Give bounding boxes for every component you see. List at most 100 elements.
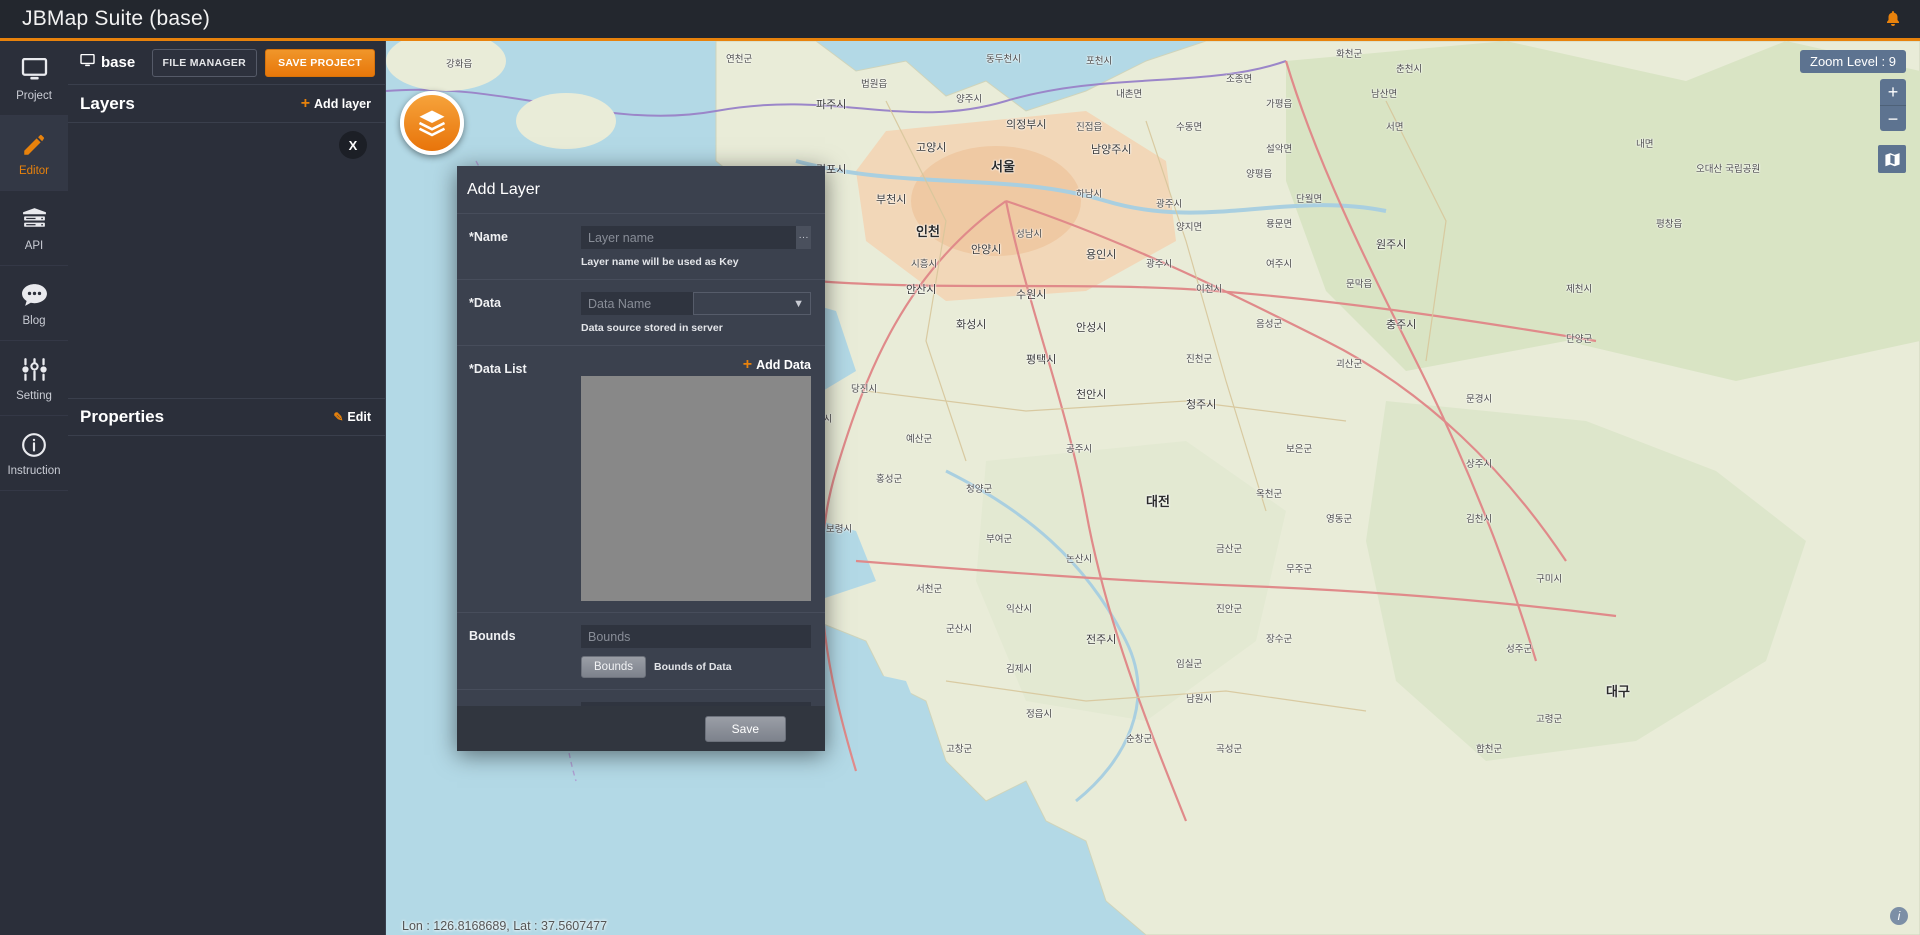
app-header: JBMap Suite (base) bbox=[0, 0, 1920, 41]
description-input[interactable] bbox=[581, 702, 811, 706]
map-label: 춘천시 bbox=[1396, 61, 1422, 75]
monitor-icon bbox=[21, 55, 48, 85]
map-label: 수동면 bbox=[1176, 119, 1202, 133]
map-label: 전주시 bbox=[1086, 631, 1116, 647]
layers-list[interactable] bbox=[68, 123, 385, 398]
map-label: 오대산 국립공원 bbox=[1696, 161, 1760, 175]
edit-properties-button[interactable]: ✎ Edit bbox=[333, 410, 371, 424]
map-label: 안양시 bbox=[971, 241, 1001, 257]
info-circle-icon bbox=[21, 430, 47, 460]
bounds-button[interactable]: Bounds bbox=[581, 656, 646, 678]
map-label: 화성시 bbox=[956, 316, 986, 332]
map-label: 동두천시 bbox=[986, 51, 1021, 65]
map-label: 남원시 bbox=[1186, 691, 1212, 705]
map-label: 김제시 bbox=[1006, 661, 1032, 675]
description-label: Description bbox=[469, 702, 581, 706]
map-label: 시흥시 bbox=[911, 256, 937, 270]
map-label: 광주시 bbox=[1146, 256, 1172, 270]
map-label: 예산군 bbox=[906, 431, 932, 445]
map-label: 강화읍 bbox=[446, 56, 472, 70]
map-label: 내면 bbox=[1636, 136, 1653, 150]
properties-section-header: Properties ✎ Edit bbox=[68, 398, 385, 436]
layers-section-header: Layers + Add layer bbox=[68, 85, 385, 123]
map-label: 음성군 bbox=[1256, 316, 1282, 330]
layer-name-input[interactable] bbox=[581, 226, 796, 249]
close-icon[interactable]: X bbox=[339, 131, 367, 159]
map-label: 홍성군 bbox=[876, 471, 902, 485]
bounds-label: Bounds bbox=[469, 625, 581, 643]
map-label: 단월면 bbox=[1296, 191, 1322, 205]
project-name-text: base bbox=[101, 54, 135, 71]
map-label: 합천군 bbox=[1476, 741, 1502, 755]
map-label: 영동군 bbox=[1326, 511, 1352, 525]
data-list-box[interactable] bbox=[581, 376, 811, 601]
map-label: 무주군 bbox=[1286, 561, 1312, 575]
map-label: 양지면 bbox=[1176, 219, 1202, 233]
sidebar-item-label: Setting bbox=[16, 390, 52, 402]
chat-icon bbox=[21, 280, 48, 310]
map-label: 군산시 bbox=[946, 621, 972, 635]
zoom-out-button[interactable]: − bbox=[1880, 105, 1906, 131]
map-label: 천안시 bbox=[1076, 386, 1106, 402]
map-label: 부여군 bbox=[986, 531, 1012, 545]
add-layer-button[interactable]: + Add layer bbox=[301, 97, 371, 111]
zoom-in-button[interactable]: + bbox=[1880, 79, 1906, 105]
bell-icon[interactable] bbox=[1884, 9, 1902, 34]
plus-icon: + bbox=[743, 359, 752, 371]
coordinate-readout: Lon : 126.8168689, Lat : 37.5607477 bbox=[402, 919, 607, 933]
data-name-input[interactable] bbox=[581, 292, 693, 315]
sliders-icon bbox=[21, 355, 48, 385]
name-label: *Name bbox=[469, 226, 581, 244]
map-label: 순창군 bbox=[1126, 731, 1152, 745]
sidebar-item-label: API bbox=[25, 240, 44, 252]
add-layer-dialog: Add Layer *Name ··· Layer name will be u… bbox=[457, 166, 825, 751]
sidebar-item-api[interactable]: API bbox=[0, 191, 68, 266]
map-label: 진안군 bbox=[1216, 601, 1242, 615]
map-label: 성주군 bbox=[1506, 641, 1532, 655]
add-data-button[interactable]: + Add Data bbox=[581, 358, 811, 372]
map-label: 조종면 bbox=[1226, 71, 1252, 85]
field-row-bounds: Bounds Bounds Bounds of Data bbox=[457, 613, 825, 690]
data-label: *Data bbox=[469, 292, 581, 310]
map-label: 남산면 bbox=[1371, 86, 1397, 100]
map-label: 청주시 bbox=[1186, 396, 1216, 412]
map-label: 여주시 bbox=[1266, 256, 1292, 270]
name-hint: Layer name will be used as Key bbox=[581, 256, 811, 268]
map-label: 법원읍 bbox=[861, 76, 887, 90]
map-layers-icon[interactable] bbox=[1878, 145, 1906, 173]
bounds-input[interactable] bbox=[581, 625, 811, 648]
sidebar-item-project[interactable]: Project bbox=[0, 41, 68, 116]
map-label: 당진시 bbox=[851, 381, 877, 395]
map-label: 용문면 bbox=[1266, 216, 1292, 230]
sidebar-item-setting[interactable]: Setting bbox=[0, 341, 68, 416]
map-label: 고령군 bbox=[1536, 711, 1562, 725]
map-label: 화천군 bbox=[1336, 46, 1362, 60]
map-label: 보령시 bbox=[826, 521, 852, 535]
save-project-button[interactable]: SAVE PROJECT bbox=[265, 49, 375, 77]
left-nav-rail: Project Editor API Blog Setting Instruct… bbox=[0, 41, 68, 935]
field-row-data: *Data ▼ Data source stored in server bbox=[457, 280, 825, 346]
map-label: 가평읍 bbox=[1266, 96, 1292, 110]
data-source-select[interactable]: ▼ bbox=[693, 292, 811, 315]
sidebar-item-blog[interactable]: Blog bbox=[0, 266, 68, 341]
map-label: 양평읍 bbox=[1246, 166, 1272, 180]
panel-header: base FILE MANAGER SAVE PROJECT bbox=[68, 41, 385, 85]
sidebar-item-label: Instruction bbox=[7, 465, 60, 477]
name-options-button[interactable]: ··· bbox=[796, 226, 811, 249]
map-label: 수원시 bbox=[1016, 286, 1046, 302]
map-label: 곡성군 bbox=[1216, 741, 1242, 755]
file-manager-button[interactable]: FILE MANAGER bbox=[152, 49, 258, 77]
map-label: 인천 bbox=[916, 221, 940, 240]
map-label: 괴산군 bbox=[1336, 356, 1362, 370]
save-button[interactable]: Save bbox=[705, 716, 786, 742]
map-label: 진접읍 bbox=[1076, 119, 1102, 133]
field-row-description: Description Layer Description bbox=[457, 690, 825, 706]
project-name-label: base bbox=[80, 54, 144, 71]
map-info-icon[interactable]: i bbox=[1890, 907, 1908, 925]
sidebar-item-instruction[interactable]: Instruction bbox=[0, 416, 68, 491]
map-label: 문경시 bbox=[1466, 391, 1492, 405]
dialog-body[interactable]: *Name ··· Layer name will be used as Key… bbox=[457, 213, 825, 706]
sidebar-item-editor[interactable]: Editor bbox=[0, 116, 68, 191]
layer-toggle-fab[interactable] bbox=[400, 91, 464, 155]
map-label: 연천군 bbox=[726, 51, 752, 65]
